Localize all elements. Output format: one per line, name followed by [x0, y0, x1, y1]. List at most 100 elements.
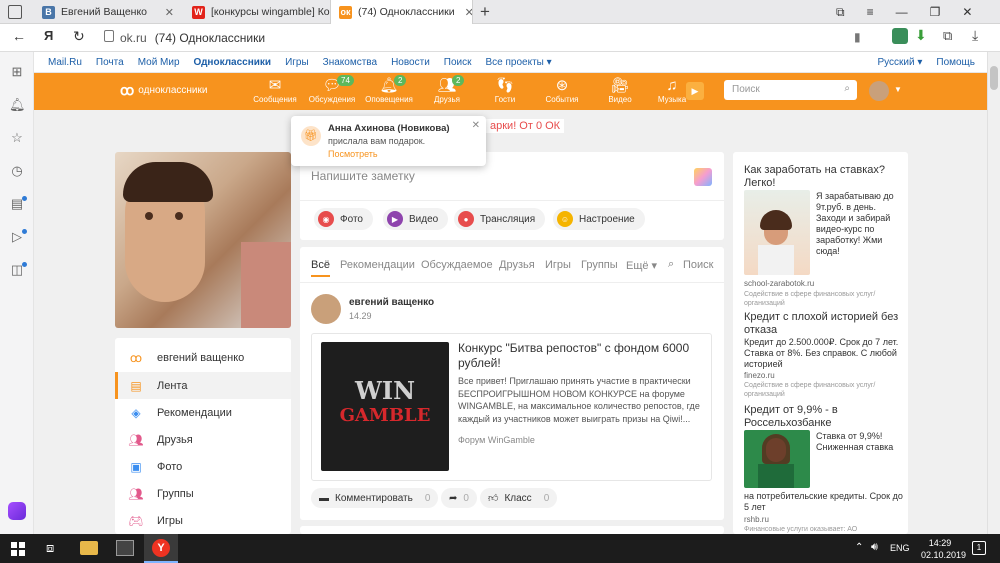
sidebar-toggle-icon[interactable]	[8, 5, 22, 19]
feed-tab-friends[interactable]: Друзья	[499, 259, 535, 271]
close-window-icon[interactable]: ✕	[962, 5, 972, 19]
post-title[interactable]: Конкурс "Битва репостов" с фондом 6000 р…	[458, 341, 698, 371]
feed-tab-all[interactable]: Всё	[311, 259, 330, 277]
feed-tab-groups[interactable]: Группы	[581, 259, 618, 271]
menu-recommendations[interactable]: ◈ Рекомендации	[115, 399, 291, 426]
menu-friends[interactable]: 👥︎ Друзья	[115, 426, 291, 453]
menu-icon[interactable]: ≡	[867, 5, 874, 19]
view-link[interactable]: Посмотреть	[328, 149, 378, 159]
portal-link[interactable]: Игры	[285, 57, 309, 68]
portal-link[interactable]: Поиск	[444, 57, 472, 68]
history-icon[interactable]: ◷	[9, 163, 25, 179]
notification-center-icon[interactable]: 1	[972, 541, 986, 555]
theme-icon[interactable]	[694, 168, 712, 186]
nav-friends[interactable]: 👥︎ 2 Друзья	[422, 75, 472, 104]
page-scrollbar[interactable]	[987, 52, 1000, 534]
gift-notification[interactable]: 🎁︎ Анна Ахинова (Новикова) прислала вам …	[291, 116, 486, 166]
nav-discussions[interactable]: 💬︎ 74 Обсуждения	[307, 75, 357, 104]
like-button[interactable]: 👍︎ Класс 0	[480, 488, 558, 508]
feed-search[interactable]: Поиск	[683, 259, 713, 271]
menu-photo[interactable]: ▣ Фото	[115, 453, 291, 480]
menu-feed[interactable]: ▤ Лента	[115, 372, 291, 399]
scrollbar-thumb[interactable]	[990, 66, 998, 90]
ad-image[interactable]	[744, 190, 810, 275]
extension-icon[interactable]	[892, 28, 908, 44]
tab-odnoklassniki[interactable]: ок (74) Одноклассники ✕	[330, 0, 473, 24]
nav-guests[interactable]: 👣︎ Гости	[480, 77, 530, 104]
nav-events[interactable]: ⊛ События	[537, 77, 587, 104]
feed-tab-discussed[interactable]: Обсуждаемое	[421, 259, 493, 271]
note-input[interactable]: Напишите заметку	[311, 169, 415, 183]
alice-icon[interactable]	[8, 502, 26, 520]
broadcast-button[interactable]: ● Трансляция	[454, 208, 546, 230]
notification-sender[interactable]: Анна Ахинова (Новикова)	[328, 123, 450, 134]
close-tab-icon[interactable]: ✕	[461, 6, 472, 19]
ad-source[interactable]: school-zarabotok.ru	[744, 279, 814, 289]
portal-link[interactable]: Новости	[391, 57, 430, 68]
search-icon[interactable]: ⌕	[668, 258, 674, 271]
zen-icon[interactable]: ◫	[9, 262, 27, 278]
feed-tab-games[interactable]: Игры	[545, 259, 571, 271]
profile-photo[interactable]	[115, 152, 291, 328]
user-avatar[interactable]	[869, 81, 889, 101]
star-icon[interactable]: ☆	[9, 130, 25, 146]
close-icon[interactable]: ✕	[472, 120, 480, 131]
download-arrow-icon[interactable]: ⬇	[915, 27, 927, 44]
portal-link[interactable]: Знакомства	[323, 57, 377, 68]
nav-video[interactable]: 🎥︎ Видео	[595, 77, 645, 104]
address-field[interactable]: ok.ru (74) Одноклассники	[120, 28, 265, 48]
ad-title[interactable]: Как заработать на ставках? Легко!	[744, 164, 904, 190]
close-tab-icon[interactable]: ✕	[161, 6, 174, 19]
tray-chevron-icon[interactable]: ⌃	[855, 542, 863, 553]
chevron-down-icon[interactable]: ▼	[894, 85, 902, 94]
ad-source[interactable]: rshb.ru	[744, 515, 769, 525]
comment-button[interactable]: ▬ Комментировать 0	[311, 488, 439, 508]
post-author[interactable]: евгений ващенко	[349, 297, 434, 308]
ad-title[interactable]: Кредит от 9,9% - в Россельхозбанке	[744, 404, 904, 430]
video-button[interactable]: ▶ Видео	[383, 208, 449, 230]
ad-source[interactable]: finezo.ru	[744, 371, 775, 381]
translate-icon[interactable]: ⧉	[943, 28, 952, 44]
play-icon[interactable]: ▷	[9, 229, 27, 245]
task-view-icon[interactable]: ⧈	[46, 540, 54, 556]
menu-games[interactable]: 🎮︎ Игры	[115, 507, 291, 534]
nav-messages[interactable]: ✉ Сообщения	[250, 77, 300, 104]
portal-link[interactable]: Почта	[96, 57, 124, 68]
file-explorer-icon[interactable]	[80, 541, 98, 555]
yandex-icon[interactable]: Я	[44, 28, 53, 43]
ok-search-input[interactable]: Поиск ⌕	[724, 80, 857, 100]
portal-link[interactable]: Все проекты ▾	[486, 57, 552, 68]
tab-wingamble[interactable]: W [конкурсы wingamble] Кон	[184, 0, 330, 24]
bookmark-icon[interactable]: ▮	[854, 30, 861, 44]
downloads-icon[interactable]: ⤓	[972, 27, 978, 44]
feed-tab-more[interactable]: Ещё ▾	[626, 259, 657, 272]
video-editor-icon[interactable]	[116, 540, 134, 556]
author-avatar[interactable]	[311, 294, 341, 324]
minimize-icon[interactable]: —	[896, 5, 908, 19]
yandex-browser-taskbar[interactable]: Y	[144, 534, 178, 563]
bookmarks-icon[interactable]: ⧉	[836, 5, 845, 20]
mood-button[interactable]: ☺ Настроение	[553, 208, 645, 230]
tab-vk[interactable]: В Евгений Ващенко ✕	[34, 0, 182, 24]
ad-title[interactable]: Кредит с плохой историей без отказа	[744, 311, 904, 337]
language-select[interactable]: Русский ▾	[877, 57, 922, 68]
ad-image[interactable]	[744, 430, 810, 488]
volume-icon[interactable]: 🔊︎	[871, 541, 878, 554]
back-icon[interactable]: ←	[12, 28, 26, 44]
collections-icon[interactable]: ▤	[9, 196, 27, 212]
search-icon[interactable]: ⌕	[844, 83, 850, 94]
ok-logo[interactable]: ꝏ одноклассники	[120, 82, 207, 99]
input-language[interactable]: ENG	[890, 543, 910, 553]
bell-icon[interactable]: 🔔︎	[9, 97, 26, 113]
help-link[interactable]: Помощь	[936, 57, 975, 68]
feed-tab-recommendations[interactable]: Рекомендации	[340, 259, 415, 271]
menu-profile[interactable]: ꝏ евгений ващенко	[115, 344, 291, 371]
windows-start-icon[interactable]	[11, 542, 25, 556]
clock[interactable]: 14:29 02.10.2019	[921, 537, 966, 561]
wingamble-image[interactable]: WIN GAMBLE	[321, 342, 449, 471]
nav-notifications[interactable]: 🔔︎ 2 Оповещения	[364, 75, 414, 104]
apps-grid-icon[interactable]: ⊞	[9, 64, 25, 80]
portal-link[interactable]: Mail.Ru	[48, 57, 82, 68]
menu-groups[interactable]: 👥︎ Группы	[115, 480, 291, 507]
reload-icon[interactable]: ↻	[73, 28, 85, 45]
